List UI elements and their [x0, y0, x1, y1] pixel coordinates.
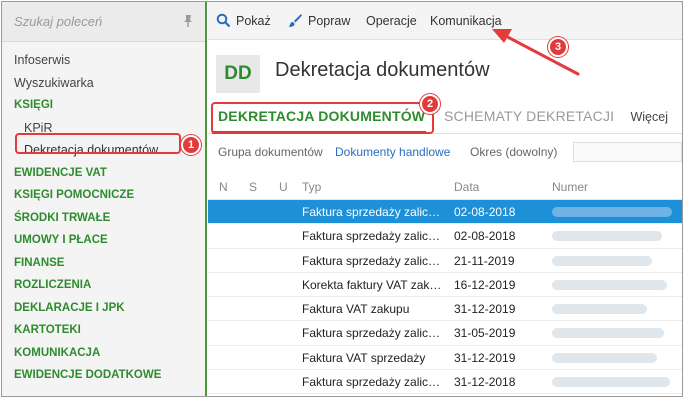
page-header: DD Dekretacja dokumentów — [208, 40, 682, 98]
column-header-data[interactable]: Data — [454, 180, 479, 194]
table-row[interactable]: Faktura sprzedaży zalic… 02-08-2018 — [208, 200, 682, 225]
cell-data: 31-12-2019 — [454, 302, 516, 317]
cell-numer-redacted — [552, 328, 664, 339]
sidebar-item-ewidencje-vat[interactable]: EWIDENCJE VAT — [2, 162, 205, 185]
main-panel: Pokaż Popraw Operacje Komunikacja DD Dek… — [208, 2, 682, 396]
cell-numer-redacted — [552, 352, 657, 363]
annotation-badge-2: 2 — [420, 94, 440, 114]
column-header-typ[interactable]: Typ — [302, 180, 321, 194]
table-row[interactable]: Faktura sprzedaży zalic… 21-11-2019 — [208, 249, 682, 273]
table-row[interactable]: Faktura sprzedaży zalic… 02-08-2018 — [208, 224, 682, 249]
fix-label: Popraw — [308, 14, 351, 28]
table-row[interactable]: Korekta faktury VAT zak… 16-12-2019 — [208, 273, 682, 298]
group-filter-label: Grupa dokumentów — [218, 145, 323, 159]
cell-data: 31-12-2018 — [454, 375, 516, 390]
cell-typ: Korekta faktury VAT zak… — [302, 277, 442, 292]
search-icon — [216, 13, 231, 28]
table-row[interactable]: Faktura VAT sprzedaży 31-12-2019 — [208, 346, 682, 371]
cell-typ: Faktura VAT sprzedaży — [302, 350, 426, 365]
sidebar-item-ksiegi-pomocnicze[interactable]: KSIĘGI POMOCNICZE — [2, 184, 205, 207]
sidebar-item-umowy-i-place[interactable]: UMOWY I PŁACE — [2, 229, 205, 252]
annotation-highlight-dekretacja — [15, 133, 181, 154]
toolbar: Pokaż Popraw Operacje Komunikacja — [208, 2, 682, 40]
table-row[interactable]: Faktura sprzedaży zalic… 31-12-2018 — [208, 370, 682, 395]
column-header-n[interactable]: N — [219, 180, 228, 194]
sidebar-item-ksiegi[interactable]: KSIĘGI — [2, 94, 205, 117]
period-input[interactable] — [573, 142, 682, 162]
column-header-numer[interactable]: Numer — [552, 180, 588, 194]
group-filter-value[interactable]: Dokumenty handlowe — [335, 145, 450, 159]
show-button[interactable]: Pokaż — [216, 13, 271, 29]
sidebar-item-wyszukiwarka[interactable]: Wyszukiwarka — [2, 72, 205, 95]
cell-typ: Faktura sprzedaży zalic… — [302, 326, 441, 341]
cell-numer-redacted — [552, 207, 672, 217]
sidebar-item-rozliczenia[interactable]: ROZLICZENIA — [2, 274, 205, 297]
cell-typ: Faktura sprzedaży zalic… — [302, 375, 441, 390]
operations-menu[interactable]: Operacje — [366, 13, 417, 29]
documents-table: N S U Typ Data Numer Faktura sprzedaży z… — [208, 174, 682, 395]
period-filter[interactable]: Okres (dowolny) — [470, 145, 557, 159]
annotation-arrow-icon — [492, 29, 580, 76]
operations-label: Operacje — [366, 14, 417, 28]
sidebar-item-kartoteki[interactable]: KARTOTEKI — [2, 319, 205, 342]
app-window: Szukaj poleceń Infoserwis Wyszukiwarka K… — [1, 1, 683, 397]
page-title: Dekretacja dokumentów — [275, 59, 490, 81]
module-badge: DD — [216, 55, 260, 93]
cell-data: 21-11-2019 — [454, 253, 515, 268]
cell-data: 02-08-2018 — [454, 229, 516, 244]
cell-numer-redacted — [552, 304, 647, 315]
cell-data: 02-08-2018 — [454, 205, 516, 219]
sidebar-item-finanse[interactable]: FINANSE — [2, 252, 205, 275]
sidebar: Szukaj poleceń Infoserwis Wyszukiwarka K… — [2, 2, 207, 396]
cell-typ: Faktura sprzedaży zalic… — [302, 205, 441, 219]
sidebar-nav: Infoserwis Wyszukiwarka KSIĘGI KPiR Dekr… — [2, 49, 205, 387]
sidebar-item-srodki-trwale[interactable]: ŚRODKI TRWAŁE — [2, 207, 205, 230]
annotation-badge-1: 1 — [181, 135, 201, 155]
table-row[interactable]: Faktura sprzedaży zalic… 31-05-2019 — [208, 321, 682, 346]
sidebar-item-infoserwis[interactable]: Infoserwis — [2, 49, 205, 72]
cell-numer-redacted — [552, 255, 652, 266]
more-button[interactable]: Więcej — [630, 110, 668, 124]
cell-numer-redacted — [552, 231, 662, 242]
cell-typ: Faktura VAT zakupu — [302, 302, 410, 317]
column-header-s[interactable]: S — [249, 180, 257, 194]
cell-data: 16-12-2019 — [454, 277, 516, 292]
pin-icon[interactable] — [181, 14, 195, 28]
table-row[interactable]: Faktura VAT zakupu 31-12-2019 — [208, 297, 682, 322]
column-header-u[interactable]: U — [279, 180, 288, 194]
cell-numer-redacted — [552, 377, 670, 388]
search-placeholder: Szukaj poleceń — [14, 14, 103, 29]
sidebar-item-deklaracje-i-jpk[interactable]: DEKLARACJE I JPK — [2, 297, 205, 320]
cell-typ: Faktura sprzedaży zalic… — [302, 253, 441, 268]
cell-typ: Faktura sprzedaży zalic… — [302, 229, 441, 244]
cell-data: 31-05-2019 — [454, 326, 516, 341]
cell-data: 31-12-2019 — [454, 350, 516, 365]
annotation-highlight-tab — [211, 102, 434, 134]
table-header: N S U Typ Data Numer — [208, 174, 682, 200]
sidebar-item-komunikacja[interactable]: KOMUNIKACJA — [2, 342, 205, 365]
filter-bar: Grupa dokumentów Dokumenty handlowe Okre… — [208, 140, 682, 164]
command-search[interactable]: Szukaj poleceń — [2, 2, 205, 42]
sidebar-item-ewidencje-dodatkowe[interactable]: EWIDENCJE DODATKOWE — [2, 364, 205, 387]
show-label: Pokaż — [236, 14, 271, 28]
tab-schematy-dekretacji[interactable]: SCHEMATY DEKRETACJI — [444, 108, 614, 124]
fix-button[interactable]: Popraw — [288, 13, 350, 29]
brush-icon — [289, 14, 302, 27]
cell-numer-redacted — [552, 279, 667, 290]
